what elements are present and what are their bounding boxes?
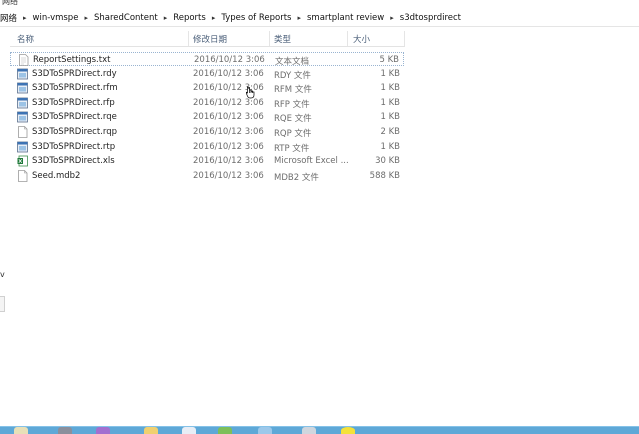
column-header-size[interactable]: 大小 (353, 33, 370, 45)
app-file-icon (17, 82, 28, 94)
file-date: 2016/10/12 3:06 (193, 112, 264, 123)
breadcrumb-chevron-icon[interactable]: ▸ (80, 14, 92, 22)
file-row[interactable]: Seed.mdb2 2016/10/12 3:06 MDB2 文件 588 KB (10, 169, 404, 183)
file-type: 文本文档 (275, 57, 310, 67)
taskbar-document-icon[interactable] (182, 427, 196, 434)
file-size: 1 KB (380, 141, 400, 152)
file-row[interactable]: ReportSettings.txt 2016/10/12 3:06 文本文档 5 K… (10, 52, 404, 67)
mouse-cursor-icon (246, 86, 255, 99)
file-type: Microsoft Excel ... (274, 156, 349, 167)
file-type: RTP 文件 (274, 143, 310, 154)
file-row[interactable]: S3DToSPRDirect.rqe 2016/10/12 3:06 RQE 文件 1… (10, 110, 404, 124)
taskbar-window-icon[interactable] (258, 427, 272, 434)
file-size: 5 KB (379, 55, 399, 65)
breadcrumb-chevron-icon[interactable]: ▸ (293, 14, 305, 22)
breadcrumb-chevron-icon[interactable]: ▸ (160, 14, 172, 22)
breadcrumb-chevron-icon[interactable]: ▸ (19, 14, 31, 22)
file-row[interactable]: S3DToSPRDirect.rtp 2016/10/12 3:06 RTP 文件 1… (10, 140, 404, 154)
file-row[interactable]: S3DToSPRDirect.rdy 2016/10/12 3:06 RDY 文件 1… (10, 67, 404, 81)
file-name: S3DToSPRDirect.rfm (32, 83, 118, 94)
taskbar-settings-icon[interactable] (302, 427, 316, 434)
file-name: S3DToSPRDirect.rqp (32, 127, 118, 137)
left-pane-scroll-stub[interactable] (0, 296, 5, 312)
file-type: RFM 文件 (274, 85, 312, 96)
breadcrumb-item[interactable]: Reports (171, 13, 208, 23)
file-date: 2016/10/12 3:06 (193, 156, 264, 167)
column-header-type[interactable]: 类型 (274, 33, 291, 45)
app-file-icon (17, 141, 28, 153)
file-type: RDY 文件 (274, 70, 311, 81)
taskbar-folder-icon[interactable] (144, 427, 158, 434)
file-row[interactable]: S3DToSPRDirect.rfm 2016/10/12 3:06 RFM 文件 1… (10, 81, 404, 95)
file-name: S3DToSPRDirect.rfp (32, 97, 115, 108)
app-file-icon (17, 111, 28, 123)
taskbar-app-icon[interactable] (96, 427, 110, 434)
file-row[interactable]: S3DToSPRDirect.xls 2016/10/12 3:06 Microso… (10, 154, 404, 168)
app-file-icon (17, 97, 28, 109)
window-title-fragment: 网络 (0, 0, 639, 8)
breadcrumb-item[interactable]: s3dtosprdirect (398, 13, 463, 23)
taskbar-tool-icon[interactable] (218, 427, 232, 434)
file-row[interactable]: S3DToSPRDirect.rfp 2016/10/12 3:06 RFP 文件 1… (10, 96, 404, 110)
blank-file-icon (17, 169, 28, 182)
file-name: Seed.mdb2 (32, 170, 81, 181)
blank-file-icon (17, 126, 28, 138)
file-name: S3DToSPRDirect.xls (32, 156, 115, 167)
file-date: 2016/10/12 3:06 (194, 55, 265, 65)
column-divider[interactable] (404, 31, 405, 46)
file-name: S3DToSPRDirect.rtp (32, 141, 116, 152)
breadcrumb-item[interactable]: Types of Reports (219, 13, 293, 23)
breadcrumb[interactable]: 网络 ▸ win-vmspe ▸ SharedContent ▸ Reports ▸ Type… (0, 9, 639, 26)
file-size: 1 KB (380, 68, 400, 79)
app-file-icon (17, 68, 28, 80)
breadcrumb-chevron-icon[interactable]: ▸ (208, 14, 220, 22)
taskbar-media-icon[interactable] (341, 427, 355, 434)
column-divider[interactable] (347, 31, 348, 46)
file-date: 2016/10/12 3:06 (193, 97, 264, 108)
file-size: 588 KB (369, 170, 400, 181)
taskbar-explorer-icon[interactable] (14, 427, 28, 434)
file-date: 2016/10/12 3:06 (193, 170, 264, 181)
column-divider[interactable] (269, 31, 270, 46)
file-size: 30 KB (375, 156, 400, 167)
taskbar (0, 426, 639, 434)
file-date: 2016/10/12 3:06 (193, 68, 264, 79)
address-separator (0, 26, 639, 27)
file-row[interactable]: S3DToSPRDirect.rqp 2016/10/12 3:06 RQP 文件 2… (10, 125, 404, 139)
text-file-icon (18, 54, 29, 66)
file-name: S3DToSPRDirect.rqe (32, 112, 117, 123)
breadcrumb-chevron-icon[interactable]: ▸ (386, 14, 398, 22)
column-header-date[interactable]: 修改日期 (193, 33, 227, 45)
file-date: 2016/10/12 3:06 (193, 141, 264, 152)
file-type: RQP 文件 (274, 129, 312, 139)
file-size: 1 KB (380, 83, 400, 94)
file-date: 2016/10/12 3:06 (193, 127, 264, 137)
column-divider[interactable] (188, 31, 189, 46)
file-type: RQE 文件 (274, 114, 312, 125)
breadcrumb-item[interactable]: smartplant review (305, 13, 386, 23)
column-header-name[interactable]: 名称 (17, 33, 34, 45)
taskbar-server-icon[interactable] (58, 427, 72, 434)
breadcrumb-item[interactable]: win-vmspe (31, 13, 81, 23)
file-type: MDB2 文件 (274, 172, 319, 183)
breadcrumb-lead[interactable]: 网络 (0, 12, 19, 24)
file-size: 1 KB (380, 112, 400, 123)
file-size: 2 KB (380, 127, 400, 137)
file-type: RFP 文件 (274, 99, 310, 110)
file-size: 1 KB (380, 97, 400, 108)
left-pane-fragment: v (0, 270, 5, 279)
file-name: ReportSettings.txt (33, 55, 111, 65)
column-header: 名称 修改日期 类型 大小 (10, 31, 405, 47)
breadcrumb-item[interactable]: SharedContent (92, 13, 160, 23)
file-name: S3DToSPRDirect.rdy (32, 68, 117, 79)
excel-file-icon (17, 155, 28, 167)
